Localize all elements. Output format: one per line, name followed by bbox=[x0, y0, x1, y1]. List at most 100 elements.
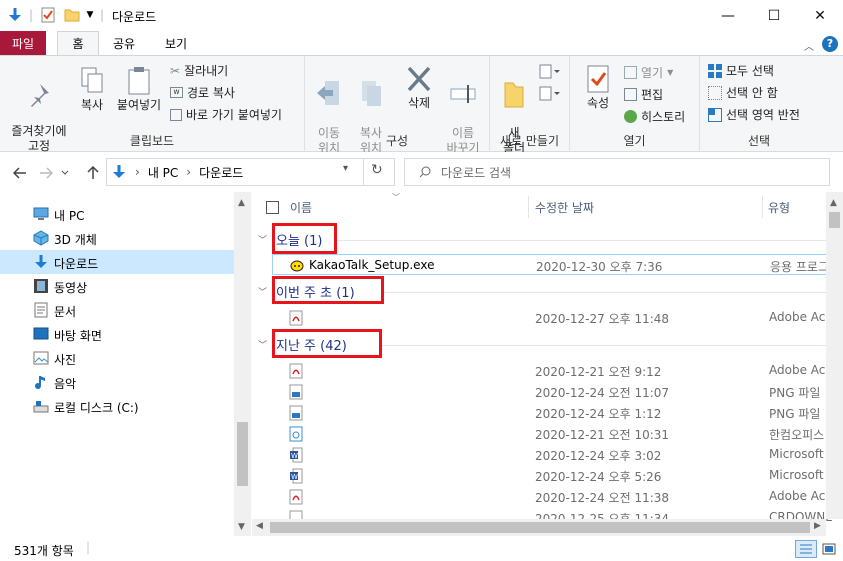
file-type: Adobe Acr bbox=[769, 489, 831, 503]
pdf-icon bbox=[289, 363, 303, 379]
horizontal-scrollbar[interactable]: ◀ ▶ bbox=[252, 519, 826, 536]
svg-text:W: W bbox=[291, 452, 298, 460]
file-name: KakaoTalk_Setup.exe bbox=[309, 258, 435, 272]
paste-button[interactable]: 붙여넣기 bbox=[113, 66, 165, 113]
delete-button[interactable]: 삭제 bbox=[399, 64, 439, 111]
recent-locations-button[interactable] bbox=[58, 163, 72, 183]
close-button[interactable]: ✕ bbox=[797, 0, 843, 31]
file-row[interactable]: 2020-12-21 오전 9:12 Adobe Acr bbox=[272, 360, 842, 381]
copy-path-icon: W bbox=[170, 87, 183, 98]
desktop-icon bbox=[33, 327, 49, 340]
sidebar-item-this-pc[interactable]: 내 PC bbox=[0, 202, 234, 226]
select-none-button[interactable]: 선택 안 함 bbox=[708, 84, 778, 101]
file-row[interactable]: 2020-12-24 오전 11:07 PNG 파일 bbox=[272, 381, 842, 402]
maximize-button[interactable]: ☐ bbox=[751, 0, 797, 31]
scroll-right-icon[interactable]: ▶ bbox=[814, 521, 821, 531]
file-list-scrollbar[interactable]: ▲ bbox=[826, 192, 843, 519]
column-divider[interactable] bbox=[528, 196, 529, 218]
group-collapse-icon: ﹀ bbox=[258, 287, 268, 298]
sidebar-item-desktop[interactable]: 바탕 화면 bbox=[0, 322, 234, 346]
column-header-date[interactable]: 수정한 날짜 bbox=[535, 192, 594, 222]
title-bar: | ▼ | 다운로드 — ☐ ✕ bbox=[0, 0, 843, 31]
up-arrow-icon bbox=[87, 166, 99, 179]
clipboard-icon bbox=[128, 67, 150, 95]
tab-view[interactable]: 보기 bbox=[156, 31, 196, 55]
scroll-up-icon[interactable]: ▲ bbox=[238, 198, 245, 208]
sidebar-scrollbar[interactable]: ▲ ▼ bbox=[234, 192, 251, 536]
word-icon: W bbox=[290, 468, 303, 484]
invert-selection-icon bbox=[708, 107, 722, 122]
address-bar[interactable]: › 내 PC › 다운로드 ▾ ↻ bbox=[106, 158, 395, 186]
new-item-icon[interactable] bbox=[538, 64, 560, 83]
refresh-icon[interactable]: ↻ bbox=[371, 162, 383, 178]
file-date: 2020-12-24 오후 3:02 bbox=[535, 449, 662, 463]
tab-share[interactable]: 공유 bbox=[104, 31, 144, 55]
address-dropdown-icon[interactable]: ▾ bbox=[343, 163, 348, 174]
collapse-ribbon-icon[interactable]: ︿ bbox=[804, 38, 814, 53]
select-all-checkbox[interactable] bbox=[266, 192, 279, 222]
back-button[interactable] bbox=[10, 163, 30, 183]
large-icons-view-button[interactable] bbox=[820, 540, 838, 558]
copy-path-button[interactable]: W 경로 복사 bbox=[170, 84, 235, 101]
file-row[interactable]: 2020-12-27 오후 11:48 Adobe Acr bbox=[272, 307, 842, 328]
status-bar: 531개 항목 | bbox=[0, 536, 843, 561]
file-row[interactable]: W 2020-12-24 오후 3:02 Microsoft bbox=[272, 444, 842, 465]
file-row[interactable]: 2020-12-21 오전 10:31 한컴오피스 bbox=[272, 423, 842, 444]
tab-file[interactable]: 파일 bbox=[0, 31, 46, 55]
sidebar-item-videos[interactable]: 동영상 bbox=[0, 274, 234, 298]
pdf-icon bbox=[289, 310, 303, 326]
scroll-down-icon[interactable]: ▼ bbox=[238, 522, 245, 532]
minimize-button[interactable]: — bbox=[705, 0, 751, 31]
edit-button[interactable]: 편집 bbox=[624, 86, 663, 103]
file-row[interactable]: 2020-12-24 오전 11:38 Adobe Acr bbox=[272, 486, 842, 507]
search-input[interactable]: 다운로드 검색 bbox=[404, 158, 830, 186]
paste-shortcut-button[interactable]: 바로 가기 붙여넣기 bbox=[170, 106, 282, 123]
select-none-icon bbox=[708, 85, 722, 100]
sidebar-item-documents[interactable]: 문서 bbox=[0, 298, 234, 322]
properties-button[interactable]: 속성 bbox=[578, 64, 618, 111]
group-collapse-icon: ﹀ bbox=[258, 340, 268, 351]
file-type: 한컴오피스 bbox=[769, 428, 825, 442]
column-divider[interactable] bbox=[762, 196, 763, 218]
properties-quick-button[interactable] bbox=[38, 6, 58, 24]
details-view-icon bbox=[800, 544, 812, 554]
invert-selection-button[interactable]: 선택 영역 반전 bbox=[708, 106, 800, 123]
file-row[interactable]: W 2020-12-24 오후 5:26 Microsoft bbox=[272, 465, 842, 486]
sidebar-item-pictures[interactable]: 사진 bbox=[0, 346, 234, 370]
copy-button[interactable]: 복사 bbox=[74, 66, 110, 113]
tab-home[interactable]: 홈 bbox=[57, 31, 99, 55]
help-icon[interactable]: ? bbox=[822, 36, 838, 52]
sidebar-item-downloads[interactable]: 다운로드 bbox=[0, 250, 234, 274]
svg-text:W: W bbox=[291, 473, 298, 481]
select-all-button[interactable]: 모두 선택 bbox=[708, 62, 774, 79]
sort-chevron-icon: ﹀ bbox=[392, 193, 400, 202]
easy-access-icon[interactable] bbox=[538, 86, 560, 105]
up-button[interactable] bbox=[83, 163, 103, 183]
column-header-name[interactable]: 이름 bbox=[290, 192, 312, 222]
cut-button[interactable]: ✂ 잘라내기 bbox=[170, 62, 228, 79]
details-view-button[interactable] bbox=[795, 540, 817, 558]
scroll-up-icon[interactable]: ▲ bbox=[830, 198, 837, 208]
sidebar-scroll-thumb[interactable] bbox=[237, 422, 248, 486]
history-button[interactable]: 히스토리 bbox=[624, 108, 685, 125]
video-icon bbox=[34, 279, 48, 293]
download-folder-icon bbox=[6, 6, 24, 24]
file-list-scroll-thumb[interactable] bbox=[829, 212, 840, 228]
file-row[interactable]: 2020-12-24 오후 1:12 PNG 파일 bbox=[272, 402, 842, 423]
scroll-left-icon[interactable]: ◀ bbox=[256, 521, 263, 531]
breadcrumb-this-pc[interactable]: 내 PC bbox=[148, 164, 178, 181]
breadcrumb-downloads[interactable]: 다운로드 bbox=[199, 164, 243, 181]
pictures-icon bbox=[33, 351, 49, 365]
sidebar-item-local-disk[interactable]: 로컬 디스크 (C:) bbox=[0, 394, 234, 418]
large-icons-view-icon bbox=[822, 543, 836, 555]
customize-quick-access-icon[interactable]: ▼ bbox=[84, 6, 96, 24]
open-button[interactable]: 열기 ▼ bbox=[624, 64, 673, 81]
new-folder-quick-button[interactable] bbox=[62, 6, 82, 24]
rename-icon bbox=[450, 85, 476, 103]
sidebar-item-music[interactable]: 음악 bbox=[0, 370, 234, 394]
forward-button[interactable] bbox=[36, 163, 56, 183]
sidebar-item-3d-objects[interactable]: 3D 개체 bbox=[0, 226, 234, 250]
horizontal-scroll-thumb[interactable] bbox=[270, 522, 810, 533]
file-row[interactable]: KakaoTalk_Setup.exe 2020-12-30 오후 7:36 응… bbox=[272, 254, 842, 275]
column-header-type[interactable]: 유형 bbox=[768, 192, 790, 222]
